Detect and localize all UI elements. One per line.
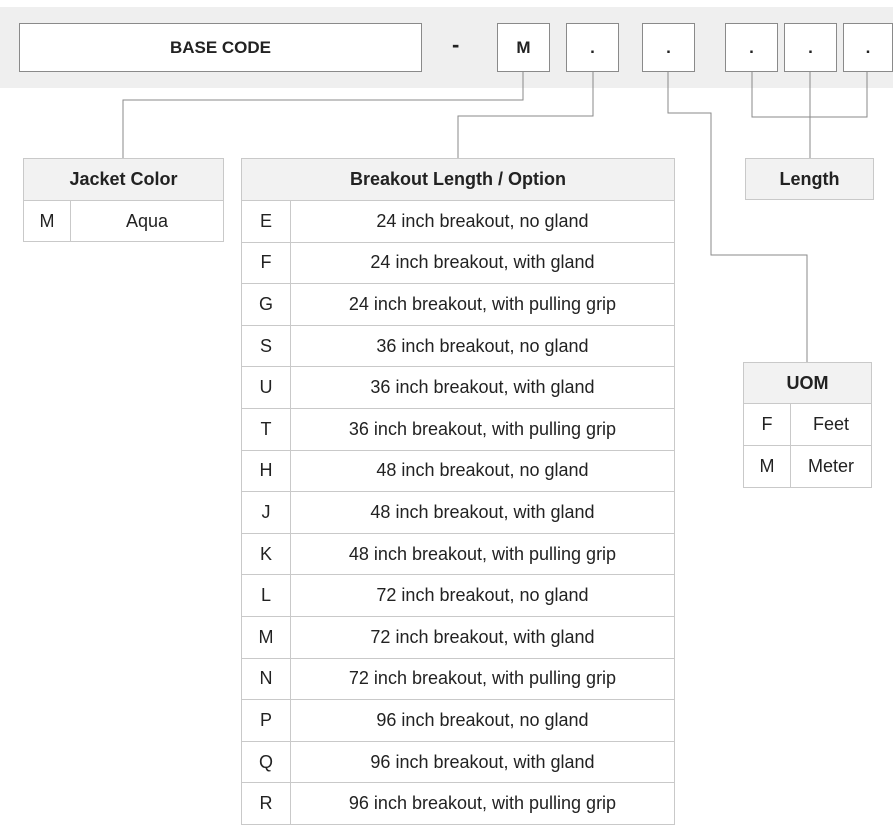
table-row: P 96 inch breakout, no gland xyxy=(241,699,675,742)
breakout-code: G xyxy=(241,283,291,326)
jacket-color-title: Jacket Color xyxy=(23,158,224,201)
breakout-desc: 36 inch breakout, with gland xyxy=(290,366,675,409)
breakout-code: J xyxy=(241,491,291,534)
uom-code: F xyxy=(743,403,791,446)
breakout-code: M xyxy=(241,615,291,659)
table-row: Q 96 inch breakout, with gland xyxy=(241,740,675,784)
uom-table: UOM F Feet M Meter xyxy=(743,362,872,488)
breakout-desc: 24 inch breakout, with pulling grip xyxy=(290,283,675,326)
table-row: R 96 inch breakout, with pulling grip xyxy=(241,782,675,825)
table-row: J 48 inch breakout, with gland xyxy=(241,491,675,534)
table-row: M Meter xyxy=(743,445,872,488)
table-row: L 72 inch breakout, no gland xyxy=(241,574,675,617)
breakout-desc: 24 inch breakout, with gland xyxy=(290,241,675,285)
table-row: F Feet xyxy=(743,403,872,446)
breakout-code: H xyxy=(241,449,291,493)
table-row: G 24 inch breakout, with pulling grip xyxy=(241,283,675,326)
uom-desc: Feet xyxy=(790,403,872,446)
table-row: H 48 inch breakout, no gland xyxy=(241,449,675,493)
breakout-code: T xyxy=(241,407,291,451)
uom-title: UOM xyxy=(743,362,872,404)
breakout-code: K xyxy=(241,532,291,576)
breakout-code: P xyxy=(241,699,291,742)
breakout-code: L xyxy=(241,574,291,617)
breakout-desc: 96 inch breakout, no gland xyxy=(290,699,675,742)
table-row: E 24 inch breakout, no gland xyxy=(241,200,675,243)
breakout-code: N xyxy=(241,657,291,701)
table-row: F 24 inch breakout, with gland xyxy=(241,241,675,285)
breakout-desc: 48 inch breakout, with pulling grip xyxy=(290,532,675,576)
table-row: U 36 inch breakout, with gland xyxy=(241,366,675,409)
breakout-desc: 48 inch breakout, with gland xyxy=(290,491,675,534)
jacket-color-connector xyxy=(122,72,524,158)
table-row: N 72 inch breakout, with pulling grip xyxy=(241,657,675,701)
breakout-desc: 96 inch breakout, with gland xyxy=(290,740,675,784)
breakout-desc: 36 inch breakout, with pulling grip xyxy=(290,407,675,451)
breakout-desc: 72 inch breakout, with pulling grip xyxy=(290,657,675,701)
breakout-desc: 24 inch breakout, no gland xyxy=(290,200,675,243)
uom-code: M xyxy=(743,445,791,488)
breakout-code: E xyxy=(241,200,291,243)
breakout-code: S xyxy=(241,324,291,368)
breakout-desc: 96 inch breakout, with pulling grip xyxy=(290,782,675,825)
breakout-connector xyxy=(457,72,594,158)
breakout-desc: 48 inch breakout, no gland xyxy=(290,449,675,493)
breakout-desc: 72 inch breakout, no gland xyxy=(290,574,675,617)
table-row: M 72 inch breakout, with gland xyxy=(241,615,675,659)
table-row: S 36 inch breakout, no gland xyxy=(241,324,675,368)
jacket-desc: Aqua xyxy=(70,200,224,242)
uom-connector xyxy=(667,72,808,362)
breakout-desc: 36 inch breakout, no gland xyxy=(290,324,675,368)
table-row: K 48 inch breakout, with pulling grip xyxy=(241,532,675,576)
breakout-title: Breakout Length / Option xyxy=(241,158,675,201)
breakout-code: F xyxy=(241,241,291,285)
breakout-code: Q xyxy=(241,740,291,784)
uom-desc: Meter xyxy=(790,445,872,488)
length-header: Length xyxy=(745,158,874,200)
breakout-code: R xyxy=(241,782,291,825)
jacket-color-table: Jacket Color M Aqua xyxy=(23,158,224,242)
table-row: T 36 inch breakout, with pulling grip xyxy=(241,407,675,451)
breakout-code: U xyxy=(241,366,291,409)
breakout-desc: 72 inch breakout, with gland xyxy=(290,615,675,659)
breakout-table: Breakout Length / Option E 24 inch breako… xyxy=(241,158,675,825)
table-row: M Aqua xyxy=(23,200,224,242)
jacket-code: M xyxy=(23,200,71,242)
